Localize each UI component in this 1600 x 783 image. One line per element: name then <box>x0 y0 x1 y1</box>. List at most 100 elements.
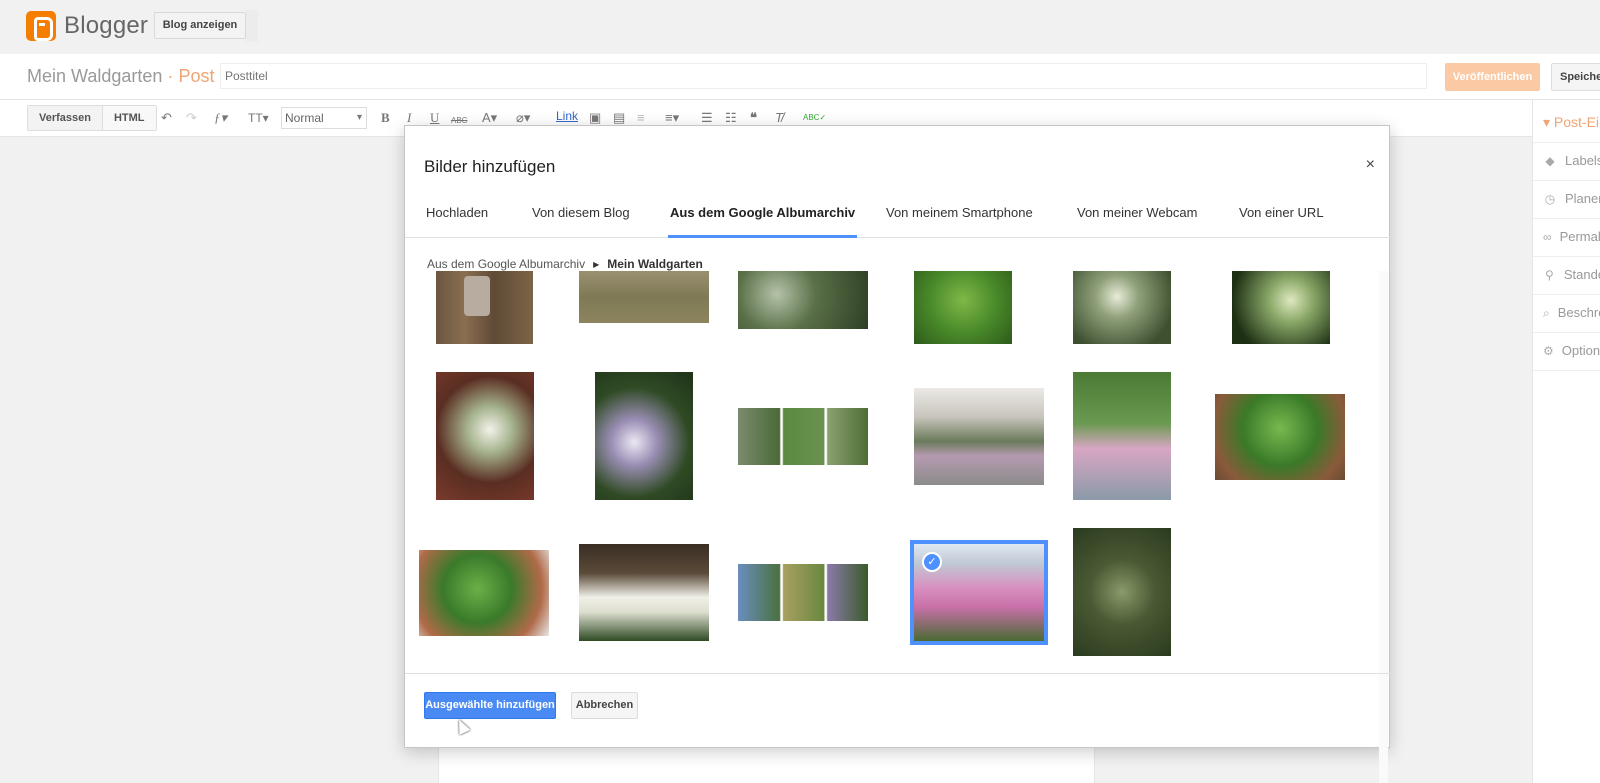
photo-1[interactable] <box>436 271 533 344</box>
breadcrumb-current-album: Mein Waldgarten <box>607 257 703 271</box>
post-title-row: Mein Waldgarten · Post Veröffentlichen S… <box>0 54 1600 100</box>
chevron-right-icon: ▶ <box>593 259 600 269</box>
blogger-logo[interactable]: Blogger <box>26 11 148 41</box>
photo-7[interactable] <box>436 372 534 500</box>
photo-3[interactable] <box>738 271 868 329</box>
sidebar-divider <box>1533 370 1600 371</box>
undo-icon[interactable]: ↶ <box>161 110 172 126</box>
dialog-footer-divider <box>405 673 1391 674</box>
dialog-title: Bilder hinzufügen <box>424 157 556 176</box>
photo-4[interactable] <box>914 271 1012 344</box>
align-icon[interactable]: ≡▾ <box>665 110 679 126</box>
publish-button[interactable]: Veröffentlichen <box>1445 63 1540 91</box>
add-selected-button[interactable]: Ausgewählte hinzufügen <box>424 692 556 719</box>
photo-6[interactable] <box>1232 271 1330 344</box>
photo-1-tag-icon <box>464 276 490 316</box>
check-icon: ✓ <box>922 552 942 572</box>
photo-2[interactable] <box>579 271 709 323</box>
editor-mode-tabs: Verfassen HTML <box>27 105 157 131</box>
photo-9[interactable] <box>738 408 868 465</box>
source-tabs: Hochladen Von diesem Blog Aus dem Google… <box>405 196 1391 238</box>
photo-10[interactable] <box>914 388 1044 485</box>
photo-15[interactable] <box>738 564 868 621</box>
underline-icon[interactable]: U <box>430 110 439 126</box>
photo-12[interactable] <box>1215 394 1345 480</box>
location-icon: ⚲ <box>1545 267 1554 282</box>
redo-icon[interactable]: ↷ <box>186 110 197 126</box>
title-separator: · <box>167 66 174 86</box>
close-icon[interactable]: × <box>1366 156 1375 174</box>
sidebar-item-permalink[interactable]: ∞ Permalink <box>1543 229 1600 244</box>
sidebar-divider <box>1533 294 1600 295</box>
photo-16[interactable]: ✓ <box>910 540 1048 645</box>
sidebar-divider <box>1533 256 1600 257</box>
photo-5[interactable] <box>1073 271 1171 344</box>
photo-8[interactable] <box>595 372 693 500</box>
add-images-dialog: Bilder hinzufügen × Hochladen Von diesem… <box>404 125 1391 783</box>
label-icon: ◆ <box>1545 153 1555 168</box>
sidebar-item-options[interactable]: ⚙ Optionen <box>1543 343 1600 358</box>
photo-grid-scrollbar[interactable] <box>1379 271 1388 783</box>
bullet-list-icon[interactable]: ☷ <box>725 110 737 126</box>
image-icon[interactable]: ▣ <box>589 110 601 126</box>
blogger-logo-icon <box>26 11 56 41</box>
tab-from-url[interactable]: Von einer URL <box>1237 205 1326 238</box>
tab-upload[interactable]: Hochladen <box>424 205 490 238</box>
sidebar-divider <box>1533 180 1600 181</box>
sidebar-item-location[interactable]: ⚲ Standort <box>1543 267 1600 282</box>
link-icon: ∞ <box>1543 229 1552 244</box>
tab-from-smartphone[interactable]: Von meinem Smartphone <box>884 205 1035 238</box>
sidebar-header[interactable]: ▾ Post-Einstellungen <box>1543 114 1600 131</box>
topbar-divider <box>246 10 258 42</box>
italic-icon[interactable]: I <box>407 110 411 126</box>
clear-format-icon[interactable]: T̸ <box>775 110 783 126</box>
sidebar-divider <box>1533 218 1600 219</box>
sidebar-item-description[interactable]: ⌕ Beschreibung <box>1543 305 1600 320</box>
sidebar-header-label: Post-Einstellungen <box>1553 114 1600 130</box>
spellcheck-icon[interactable]: ABC✓ <box>803 110 826 126</box>
blog-breadcrumb: Mein Waldgarten · Post <box>27 66 214 87</box>
sidebar-item-schedule[interactable]: ◷ Planen <box>1543 191 1600 206</box>
compose-mode-tab[interactable]: Verfassen <box>28 106 102 130</box>
breadcrumb-album-archive[interactable]: Aus dem Google Albumarchiv <box>427 257 585 271</box>
font-icon[interactable]: ƒ▾ <box>214 110 227 126</box>
bold-icon[interactable]: B <box>381 110 390 126</box>
video-icon[interactable]: ▤ <box>613 110 625 126</box>
sidebar-item-label: Beschreibung <box>1557 305 1600 320</box>
section-label: Post <box>178 66 215 86</box>
text-color-icon[interactable]: A▾ <box>482 110 497 126</box>
photo-13[interactable] <box>419 550 549 636</box>
sidebar-divider <box>1533 332 1600 333</box>
highlight-icon[interactable]: ⌀▾ <box>516 110 530 126</box>
gear-icon: ⚙ <box>1543 343 1554 358</box>
jump-break-icon[interactable]: ≡ <box>637 110 645 126</box>
sidebar-item-label: Optionen <box>1561 343 1600 358</box>
font-size-icon[interactable]: TT▾ <box>248 110 269 126</box>
numbered-list-icon[interactable]: ☰ <box>701 110 713 126</box>
view-blog-button[interactable]: Blog anzeigen <box>154 12 246 39</box>
html-mode-tab[interactable]: HTML <box>101 106 156 130</box>
tab-from-webcam[interactable]: Von meiner Webcam <box>1075 205 1199 238</box>
cancel-button[interactable]: Abbrechen <box>571 692 638 719</box>
photo-17[interactable] <box>1073 528 1171 656</box>
search-icon: ⌕ <box>1543 305 1550 320</box>
save-button[interactable]: Speichern <box>1551 63 1600 91</box>
photo-14[interactable] <box>579 544 709 641</box>
quote-icon[interactable]: ❝ <box>750 110 757 126</box>
format-select[interactable]: Normal <box>281 107 367 129</box>
blog-name[interactable]: Mein Waldgarten <box>27 66 162 86</box>
logo-text: Blogger <box>64 12 149 39</box>
link-button[interactable]: Link <box>556 109 578 123</box>
sidebar-divider <box>1533 142 1600 143</box>
breadcrumb: Aus dem Google Albumarchiv ▶ Mein Waldga… <box>427 257 703 271</box>
top-bar: Blogger Blog anzeigen <box>0 0 1600 54</box>
sidebar-item-label: Permalink <box>1559 229 1600 244</box>
tab-google-album-archive[interactable]: Aus dem Google Albumarchiv <box>668 205 858 238</box>
sidebar-item-labels[interactable]: ◆ Labels <box>1543 153 1600 168</box>
sidebar-item-label: Planen <box>1565 191 1600 206</box>
post-title-input[interactable] <box>220 63 1427 89</box>
clock-icon: ◷ <box>1544 191 1556 206</box>
tab-from-this-blog[interactable]: Von diesem Blog <box>530 205 632 238</box>
post-settings-sidebar: ▾ Post-Einstellungen ◆ Labels ◷ Planen ∞ Pe… <box>1532 100 1600 783</box>
photo-11[interactable] <box>1073 372 1171 500</box>
